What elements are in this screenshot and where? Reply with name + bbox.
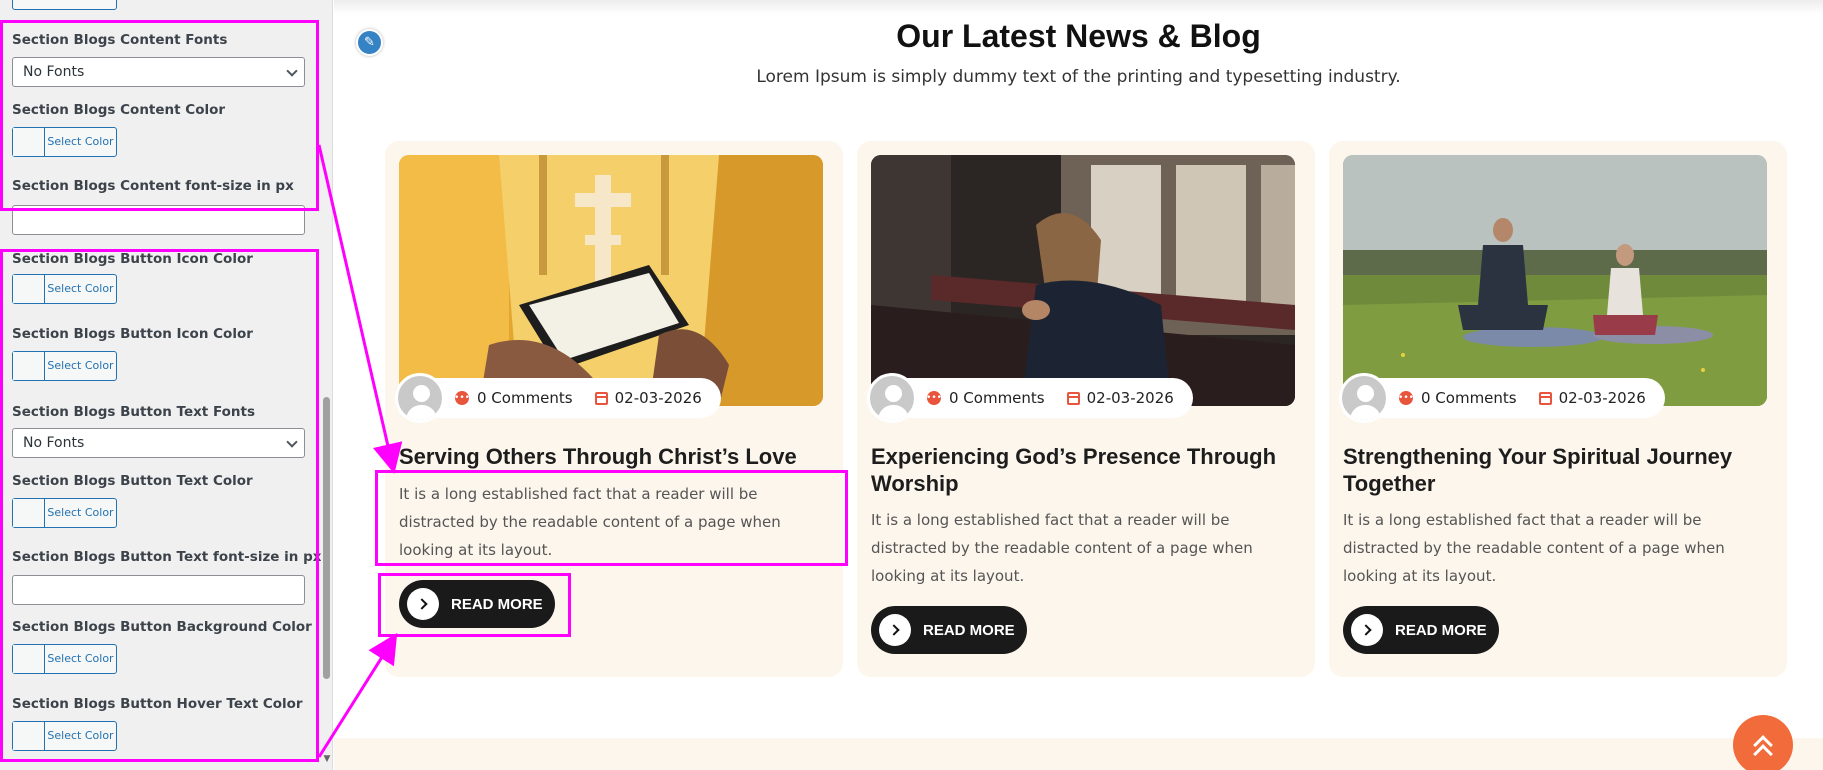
read-more-label: READ MORE (1395, 621, 1487, 639)
color-swatch (13, 499, 45, 527)
customizer-sidebar: Section Blogs Content Fonts No Fonts Sec… (0, 0, 333, 770)
button-text-fonts-select[interactable]: No Fonts (12, 428, 305, 458)
content-color-label: Section Blogs Content Color (12, 102, 226, 118)
partial-color-button[interactable] (12, 0, 117, 10)
comments-count[interactable]: 0 Comments (477, 389, 573, 407)
chevron-right-icon (879, 614, 911, 646)
post-date: 02-03-2026 (1086, 389, 1174, 407)
read-more-button-3[interactable]: READ MORE (1343, 606, 1499, 654)
button-text-fontsize-label: Section Blogs Button Text font-size in p… (12, 549, 322, 565)
author-avatar (1339, 373, 1389, 423)
chevron-down-icon (286, 436, 298, 448)
select-color-label: Select Color (47, 135, 114, 148)
woman-praying-image (871, 155, 1295, 406)
priest-holding-bible-image (399, 155, 823, 406)
section-title: Our Latest News & Blog (896, 18, 1261, 54)
button-icon-color-label-1: Section Blogs Button Icon Color (12, 251, 253, 267)
select-color-label: Select Color (47, 506, 114, 519)
blog-card-image-2[interactable] (871, 155, 1295, 406)
comment-icon: ••• (454, 391, 470, 405)
section-subtitle: Lorem Ipsum is simply dummy text of the … (756, 67, 1401, 87)
select-color-label: Select Color (47, 282, 114, 295)
blog-card-image-1[interactable] (399, 155, 823, 406)
meditation-field-image (1343, 155, 1767, 406)
button-text-color-label: Section Blogs Button Text Color (12, 473, 253, 489)
blog-card-image-3[interactable] (1343, 155, 1767, 406)
button-icon-color-label-2: Section Blogs Button Icon Color (12, 326, 253, 342)
color-swatch (13, 128, 45, 156)
blog-meta-1: ••• 0 Comments 02-03-2026 (395, 373, 721, 423)
comment-icon: ••• (926, 391, 942, 405)
color-swatch (13, 722, 45, 750)
button-text-fonts-label: Section Blogs Button Text Fonts (12, 404, 256, 420)
button-text-color-button[interactable]: Select Color (12, 498, 117, 528)
blog-description-2: It is a long established fact that a rea… (871, 511, 1253, 585)
button-bg-color-label: Section Blogs Button Background Color (12, 619, 312, 635)
content-fontsize-input[interactable] (12, 205, 305, 235)
blog-meta-3: ••• 0 Comments 02-03-2026 (1339, 373, 1665, 423)
blog-title-1[interactable]: Serving Others Through Christ’s Love (399, 443, 823, 470)
chevron-right-icon (1351, 614, 1383, 646)
color-swatch (13, 275, 45, 303)
chevron-down-icon (286, 65, 298, 77)
button-bg-color-button[interactable]: Select Color (12, 644, 117, 674)
chevron-right-icon (407, 588, 439, 620)
content-fonts-label: Section Blogs Content Fonts (12, 32, 228, 48)
calendar-icon (1066, 391, 1080, 405)
comments-count[interactable]: 0 Comments (1421, 389, 1517, 407)
post-date: 02-03-2026 (614, 389, 702, 407)
color-swatch (13, 352, 45, 380)
button-text-fontsize-input[interactable] (12, 575, 305, 605)
color-swatch (13, 645, 45, 673)
button-icon-color-button-2[interactable]: Select Color (12, 351, 117, 381)
read-more-label: READ MORE (451, 595, 543, 613)
author-avatar (395, 373, 445, 423)
select-color-label: Select Color (47, 729, 114, 742)
button-hover-text-color-label: Section Blogs Button Hover Text Color (12, 696, 303, 712)
blog-meta-2: ••• 0 Comments 02-03-2026 (867, 373, 1193, 423)
content-fonts-select[interactable]: No Fonts (12, 57, 305, 87)
post-date: 02-03-2026 (1558, 389, 1646, 407)
next-section-band (334, 738, 1823, 770)
read-more-button-2[interactable]: READ MORE (871, 606, 1027, 654)
scrollbar-thumb[interactable] (323, 397, 330, 679)
read-more-label: READ MORE (923, 621, 1015, 639)
header-shadow (334, 0, 1823, 14)
content-color-button[interactable]: Select Color (12, 127, 117, 157)
blog-title-2[interactable]: Experiencing God’s Presence Through Wors… (871, 443, 1295, 497)
button-hover-text-color-button[interactable]: Select Color (12, 721, 117, 751)
calendar-icon (594, 391, 608, 405)
scroll-down-arrow-icon[interactable]: ▼ (321, 754, 332, 768)
calendar-icon (1538, 391, 1552, 405)
comment-icon: ••• (1398, 391, 1414, 405)
button-icon-color-button-1[interactable]: Select Color (12, 274, 117, 304)
comments-count[interactable]: 0 Comments (949, 389, 1045, 407)
blog-description-3: It is a long established fact that a rea… (1343, 511, 1725, 585)
content-fonts-value: No Fonts (23, 64, 85, 80)
blog-description-1: It is a long established fact that a rea… (399, 485, 781, 559)
select-color-label: Select Color (47, 652, 114, 665)
content-fontsize-label: Section Blogs Content font-size in px (12, 178, 294, 194)
button-text-fonts-value: No Fonts (23, 435, 85, 451)
read-more-button-1[interactable]: READ MORE (399, 580, 555, 628)
author-avatar (867, 373, 917, 423)
blog-title-3[interactable]: Strengthening Your Spiritual Journey Tog… (1343, 443, 1767, 497)
scroll-to-top-button[interactable] (1733, 715, 1793, 770)
select-color-label: Select Color (47, 359, 114, 372)
